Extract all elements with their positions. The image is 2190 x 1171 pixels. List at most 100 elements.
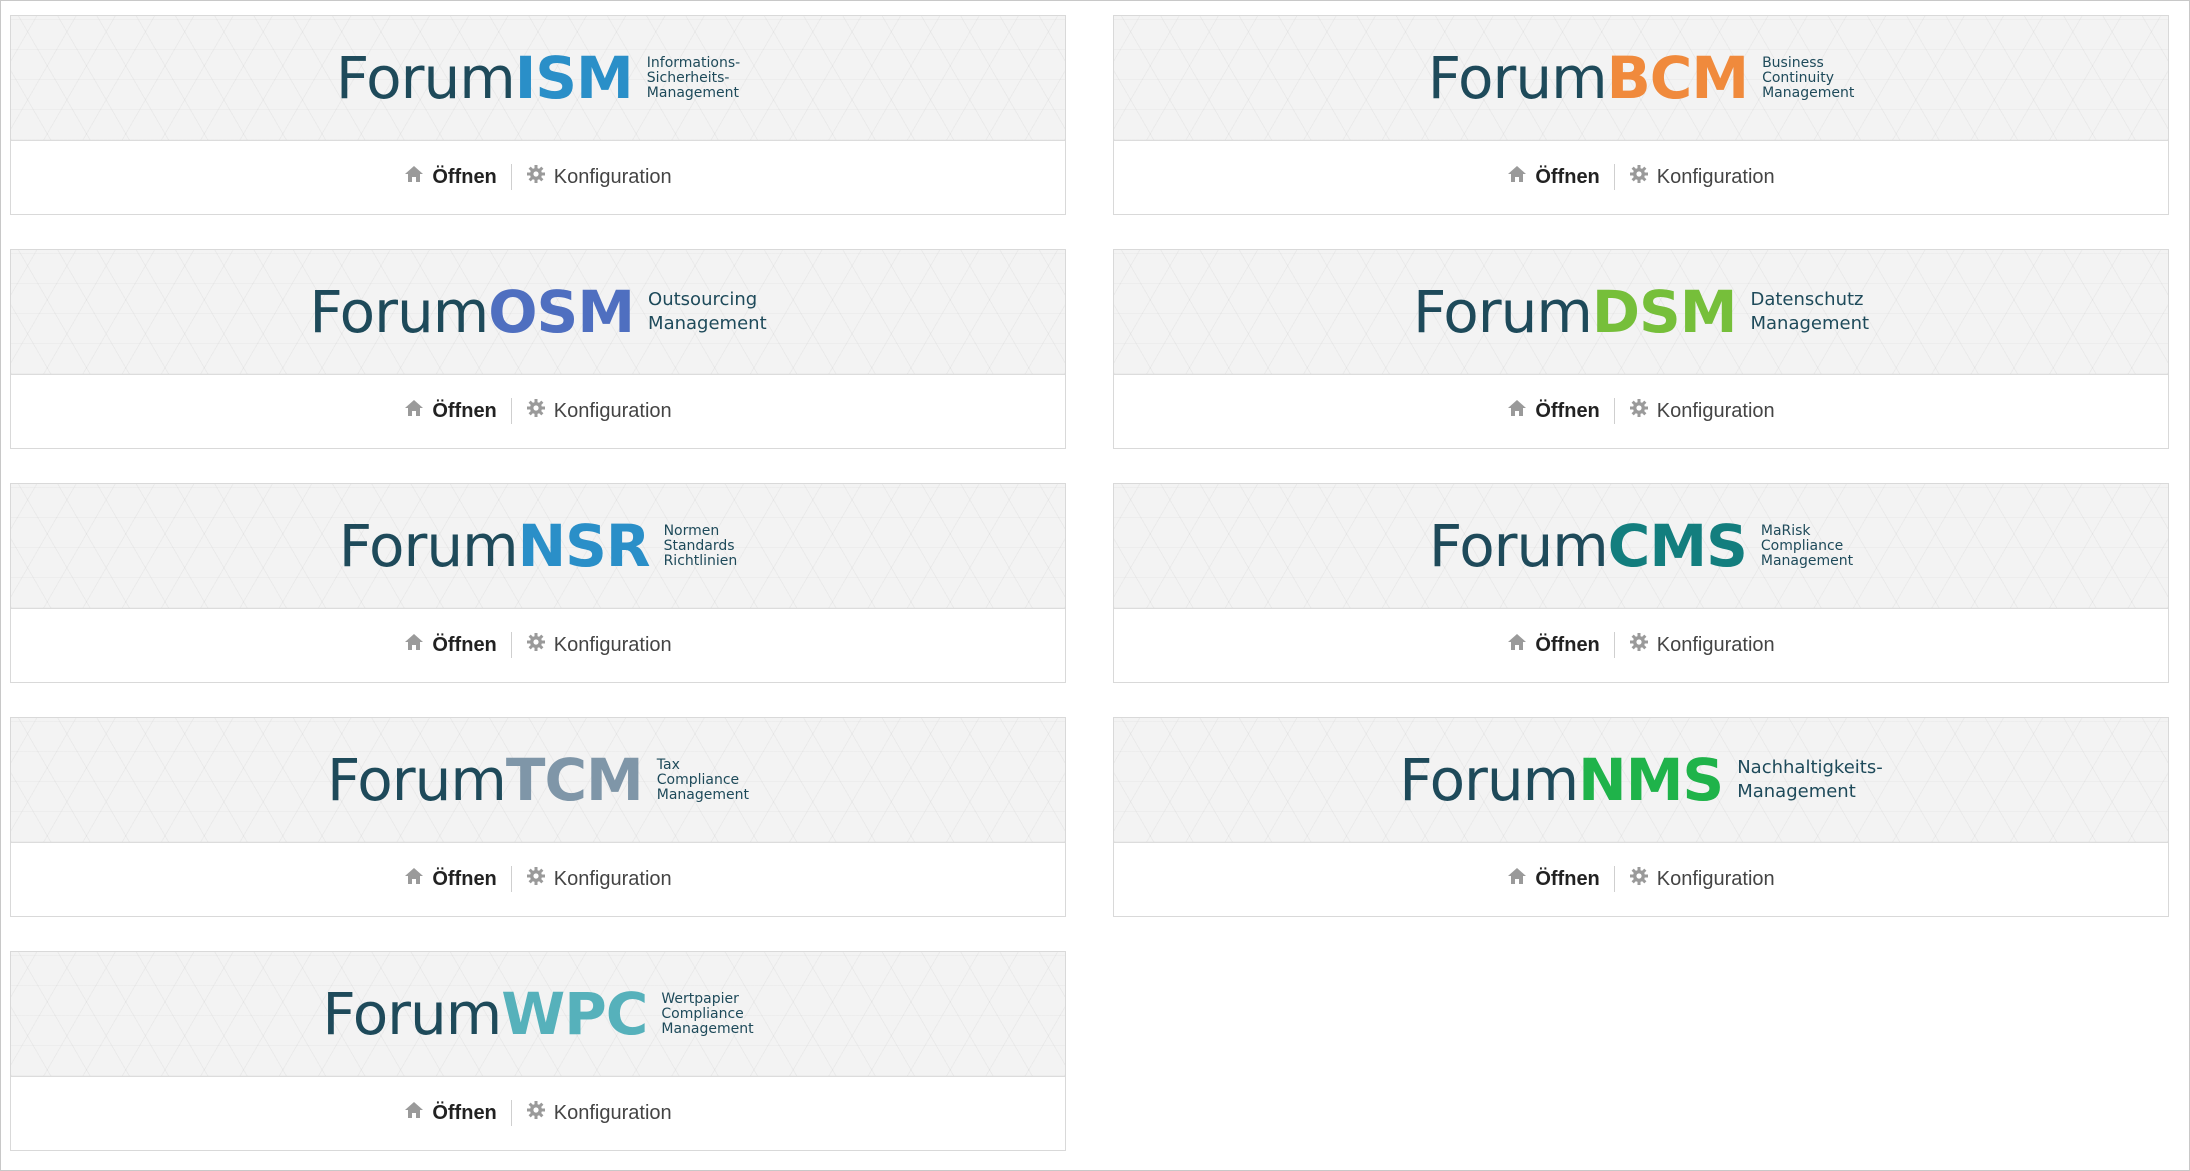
home-icon <box>404 633 432 657</box>
open-button[interactable]: Öffnen <box>404 633 497 657</box>
card-actions: Öffnen Konfiguration <box>11 842 1065 916</box>
product-logo: ForumNMS Nachhaltigkeits- Management <box>1399 751 1882 809</box>
configuration-label: Konfiguration <box>553 399 672 422</box>
open-label: Öffnen <box>432 165 497 188</box>
tagline-line: Normen <box>663 522 720 539</box>
tagline-line: Richtlinien <box>663 552 738 569</box>
logo-tagline: Informations- Sicherheits- Management <box>646 55 740 101</box>
gear-icon <box>526 866 554 892</box>
configuration-button[interactable]: Konfiguration <box>526 632 672 658</box>
logo-prefix: Forum <box>1428 512 1609 580</box>
tagline-line: Business <box>1762 54 1824 71</box>
product-banner: ForumBCM Business Continuity Management <box>1114 16 2168 141</box>
configuration-button[interactable]: Konfiguration <box>1629 398 1775 424</box>
logo-wordmark: ForumOSM <box>309 283 635 341</box>
logo-wordmark: ForumWPC <box>322 985 648 1043</box>
open-button[interactable]: Öffnen <box>404 1101 497 1125</box>
logo-tagline: MaRisk Compliance Management <box>1760 523 1854 569</box>
gear-icon <box>526 1100 554 1126</box>
tagline-line: Management <box>656 786 749 803</box>
open-label: Öffnen <box>1535 399 1600 422</box>
product-banner: ForumDSM Datenschutz Management <box>1114 250 2168 375</box>
product-card-wpc: ForumWPC Wertpapier Compliance Management … <box>10 951 1066 1151</box>
open-label: Öffnen <box>432 633 497 656</box>
configuration-button[interactable]: Konfiguration <box>1629 866 1775 892</box>
card-actions: Öffnen Konfiguration <box>1114 140 2168 214</box>
home-icon <box>404 165 432 189</box>
logo-tagline: Normen Standards Richtlinien <box>663 522 738 569</box>
product-card-osm: ForumOSM Outsourcing Management Öffnen Ko… <box>10 249 1066 449</box>
logo-wordmark: ForumTCM <box>327 751 644 809</box>
action-divider <box>510 1100 512 1126</box>
tagline-line: Management <box>661 1020 754 1037</box>
tagline-line: Management <box>1760 552 1854 569</box>
open-button[interactable]: Öffnen <box>1507 633 1600 657</box>
home-icon <box>404 867 432 891</box>
configuration-label: Konfiguration <box>1656 165 1775 188</box>
card-actions: Öffnen Konfiguration <box>11 1076 1065 1150</box>
logo-acronym: OSM <box>488 278 635 346</box>
logo-acronym: ISM <box>514 44 634 112</box>
gear-icon <box>526 632 554 658</box>
tagline-line: Management <box>646 84 740 101</box>
action-divider <box>510 164 512 190</box>
open-button[interactable]: Öffnen <box>404 867 497 891</box>
configuration-button[interactable]: Konfiguration <box>1629 632 1775 658</box>
gear-icon <box>526 398 554 424</box>
gear-icon <box>1629 866 1657 892</box>
configuration-label: Konfiguration <box>1656 867 1775 890</box>
open-button[interactable]: Öffnen <box>1507 399 1600 423</box>
configuration-button[interactable]: Konfiguration <box>1629 164 1775 190</box>
product-banner: ForumCMS MaRisk Compliance Management <box>1114 484 2168 609</box>
action-divider <box>510 632 512 658</box>
configuration-button[interactable]: Konfiguration <box>526 866 672 892</box>
card-actions: Öffnen Konfiguration <box>1114 374 2168 448</box>
tagline-line: Standards <box>663 537 735 554</box>
gear-icon <box>1629 398 1657 424</box>
tagline-line: Nachhaltigkeits- <box>1737 757 1883 778</box>
tagline-line: Compliance <box>656 771 740 788</box>
configuration-button[interactable]: Konfiguration <box>526 164 672 190</box>
action-divider <box>1613 398 1615 424</box>
card-actions: Öffnen Konfiguration <box>11 608 1065 682</box>
product-card-tcm: ForumTCM Tax Compliance Management Öffnen … <box>10 717 1066 917</box>
tagline-line: Outsourcing <box>648 289 758 310</box>
product-logo: ForumNSR Normen Standards Richtlinien <box>339 517 738 575</box>
product-card-dsm: ForumDSM Datenschutz Management Öffnen Ko… <box>1113 249 2169 449</box>
open-button[interactable]: Öffnen <box>1507 165 1600 189</box>
logo-acronym: BCM <box>1606 44 1749 112</box>
open-button[interactable]: Öffnen <box>404 399 497 423</box>
logo-acronym: NMS <box>1578 746 1724 814</box>
product-logo: ForumOSM Outsourcing Management <box>309 283 766 341</box>
product-logo: ForumBCM Business Continuity Management <box>1428 49 1855 107</box>
product-logo: ForumCMS MaRisk Compliance Management <box>1429 517 1853 575</box>
logo-prefix: Forum <box>1412 278 1593 346</box>
product-logo: ForumISM Informations- Sicherheits- Manage… <box>336 49 740 107</box>
gear-icon <box>526 164 554 190</box>
action-divider <box>510 398 512 424</box>
home-icon <box>1507 399 1535 423</box>
product-logo: ForumWPC Wertpapier Compliance Management <box>322 985 753 1043</box>
configuration-button[interactable]: Konfiguration <box>526 1100 672 1126</box>
product-logo: ForumDSM Datenschutz Management <box>1413 283 1869 341</box>
home-icon <box>404 1101 432 1125</box>
open-button[interactable]: Öffnen <box>404 165 497 189</box>
logo-prefix: Forum <box>327 746 507 814</box>
tagline-line: Compliance <box>661 1005 744 1022</box>
logo-wordmark: ForumISM <box>336 49 634 107</box>
logo-tagline: Wertpapier Compliance Management <box>661 991 754 1037</box>
logo-prefix: Forum <box>335 44 516 112</box>
card-actions: Öffnen Konfiguration <box>11 374 1065 448</box>
open-label: Öffnen <box>432 867 497 890</box>
configuration-button[interactable]: Konfiguration <box>526 398 672 424</box>
open-button[interactable]: Öffnen <box>1507 867 1600 891</box>
home-icon <box>1507 867 1535 891</box>
tagline-line: Management <box>1762 84 1855 101</box>
product-logo: ForumTCM Tax Compliance Management <box>327 751 749 809</box>
action-divider <box>1613 866 1615 892</box>
card-actions: Öffnen Konfiguration <box>11 140 1065 214</box>
action-divider <box>1613 632 1615 658</box>
logo-wordmark: ForumCMS <box>1429 517 1748 575</box>
product-card-ism: ForumISM Informations- Sicherheits- Manage… <box>10 15 1066 215</box>
logo-wordmark: ForumNMS <box>1399 751 1724 809</box>
